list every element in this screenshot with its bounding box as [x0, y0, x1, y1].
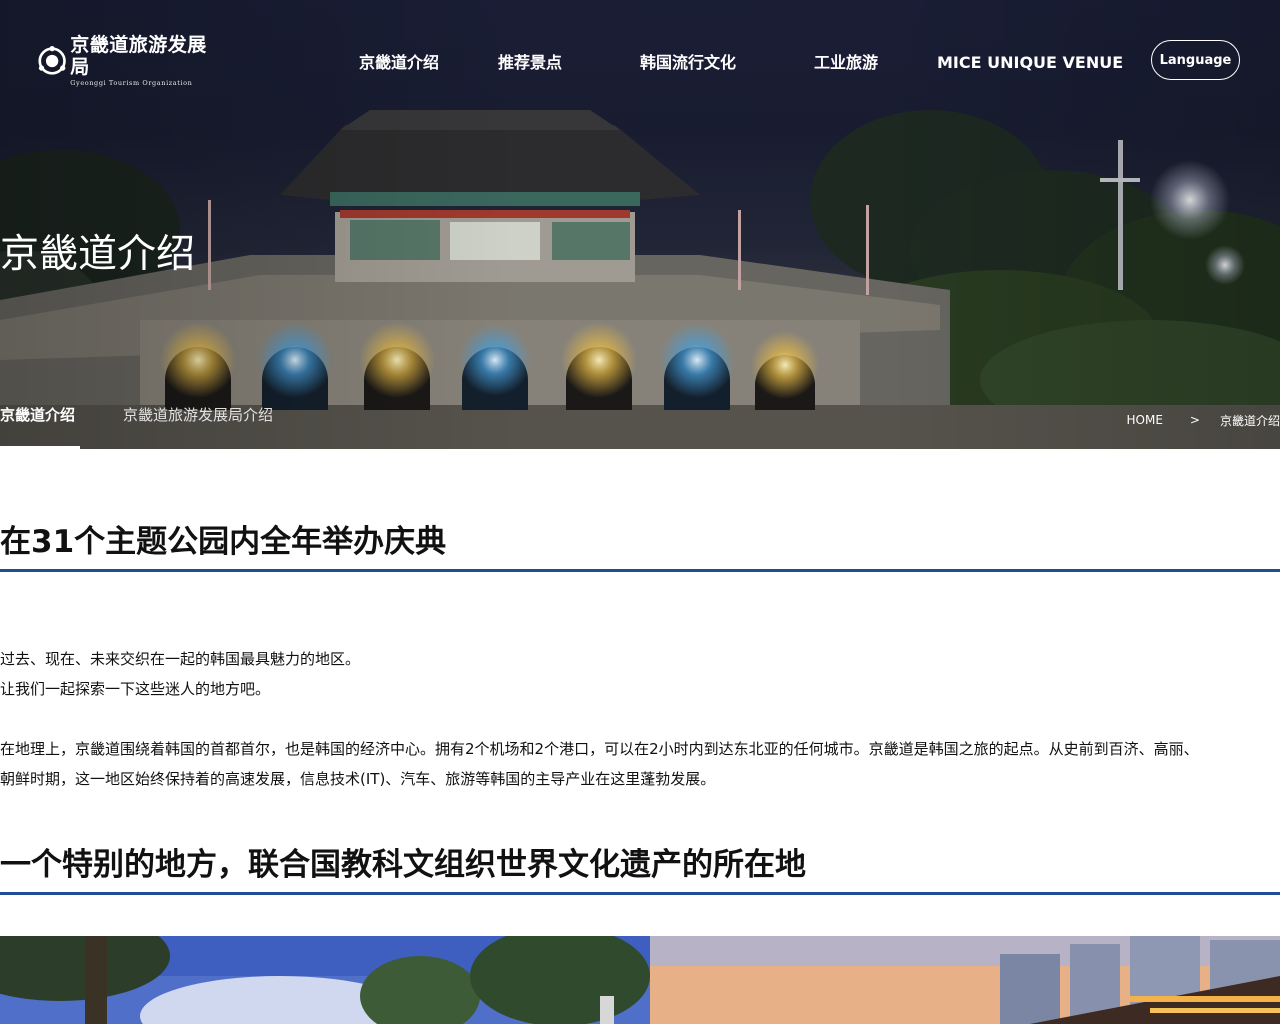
subnav-tab-gto-intro[interactable]: 京畿道旅游发展局介绍 [123, 403, 273, 427]
geography-paragraph-line: 朝鲜时期，这一地区始终保持着的高速发展，信息技术(IT)、汽车、旅游等韩国的主导… [0, 770, 716, 788]
intro-paragraph-line: 过去、现在、未来交织在一起的韩国最具魅力的地区。 [0, 650, 361, 668]
breadcrumb: HOME > 京畿道介绍 [1127, 409, 1280, 431]
breadcrumb-current: 京畿道介绍 [1219, 413, 1280, 428]
language-button[interactable]: Language [1151, 40, 1240, 80]
subnav-tab-gyeonggi-intro[interactable]: 京畿道介绍 [0, 403, 75, 427]
geography-paragraph-line: 在地理上，京畿道围绕着韩国的首都首尔，也是韩国的经济中心。拥有2个机场和2个港口… [0, 740, 1199, 758]
nav-item-industrial-tourism[interactable]: 工业旅游 [814, 52, 878, 74]
nav-item-hallyu-culture[interactable]: 韩国流行文化 [640, 52, 736, 74]
section-heading-unesco: 一个特别的地方，联合国教科文组织世界文化遗产的所在地 [0, 847, 806, 883]
breadcrumb-home[interactable]: HOME [1127, 413, 1163, 427]
photo-city-night [650, 936, 1280, 1024]
nav-item-mice-unique-venue[interactable]: MICE UNIQUE VENUE [937, 52, 1123, 74]
subnav-active-indicator [0, 446, 80, 449]
page-title: 京畿道介绍 [0, 232, 196, 277]
main-nav: 京畿道介绍 推荐景点 韩国流行文化 工业旅游 MICE UNIQUE VENUE [0, 52, 1280, 74]
breadcrumb-separator: > [1189, 413, 1200, 427]
photo-fortress-park [0, 936, 650, 1024]
nav-item-recommended-spots[interactable]: 推荐景点 [498, 52, 562, 74]
section-heading-festivals: 在31个主题公园内全年举办庆典 [0, 524, 447, 560]
section-divider [0, 569, 1280, 572]
nav-item-gyeonggi-intro[interactable]: 京畿道介绍 [359, 52, 439, 74]
intro-paragraph-line: 让我们一起探索一下这些迷人的地方吧。 [0, 680, 271, 698]
logo-name-en: Gyeonggi Tourism Organization [70, 79, 193, 87]
section-divider [0, 892, 1280, 895]
